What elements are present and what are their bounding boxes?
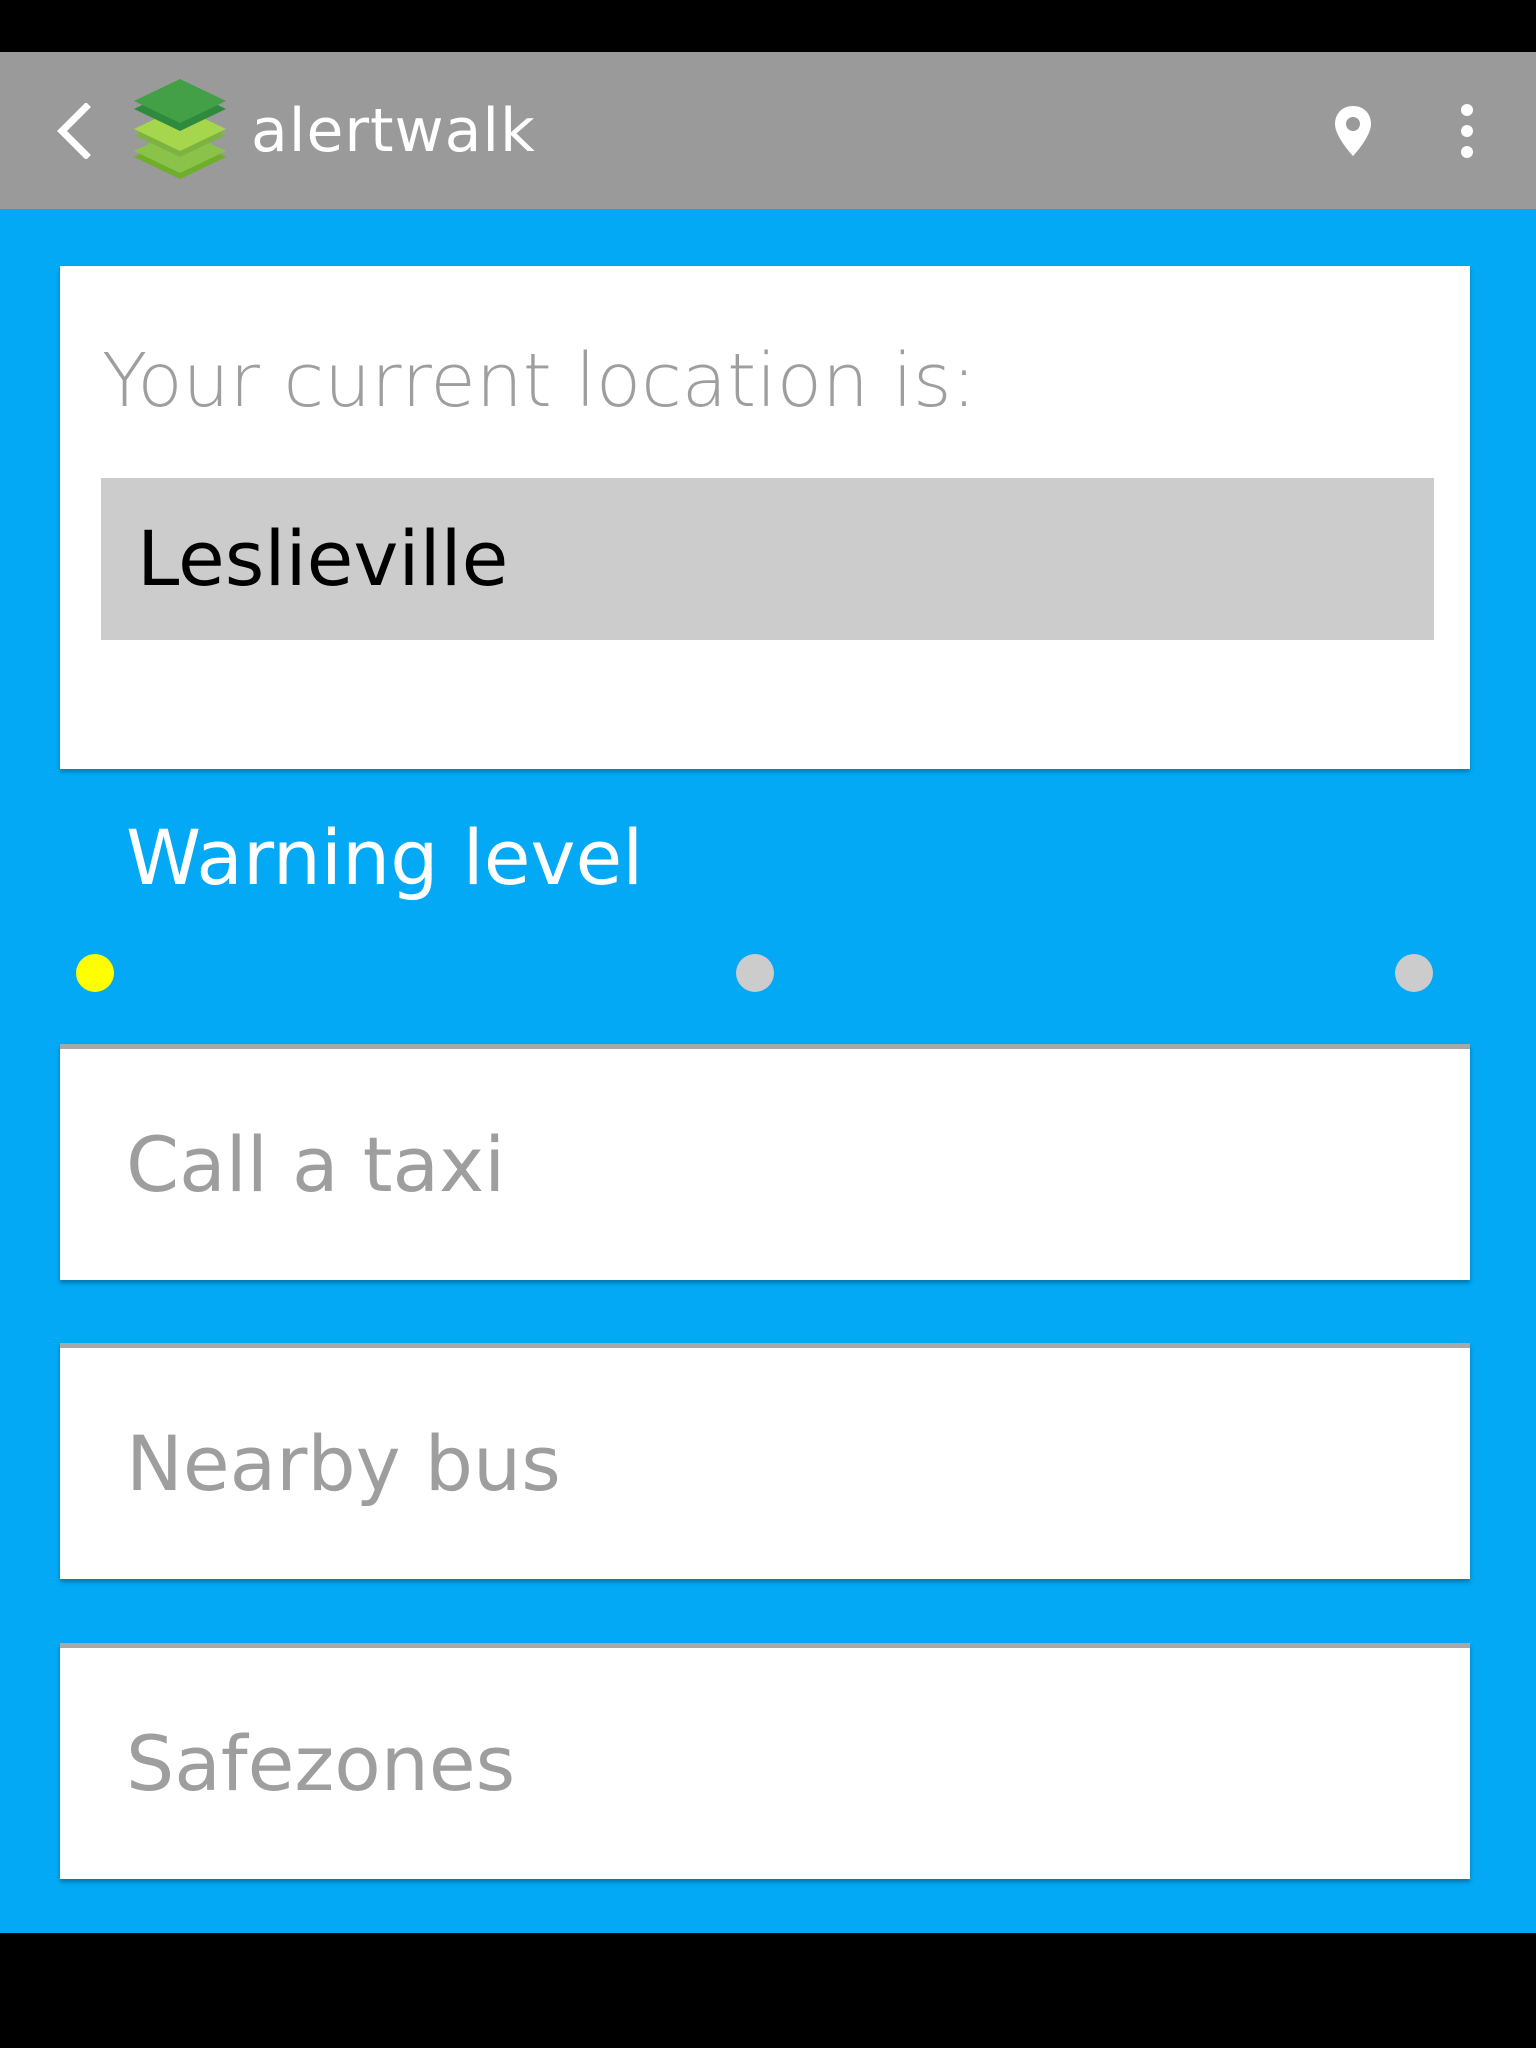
warning-level-dot-low[interactable] <box>76 954 114 992</box>
option-label: Safezones <box>126 1719 516 1808</box>
layers-logo-icon <box>132 77 228 187</box>
more-vertical-icon <box>1461 104 1473 158</box>
chevron-left-icon <box>57 103 91 159</box>
location-value-field[interactable]: Leslieville <box>101 478 1434 640</box>
call-taxi-button[interactable]: Call a taxi <box>60 1044 1470 1280</box>
location-button[interactable] <box>1320 92 1386 170</box>
location-label: Your current location is: <box>102 338 977 424</box>
location-card: Your current location is: Leslieville <box>60 266 1470 769</box>
warning-level-dot-high[interactable] <box>1395 954 1433 992</box>
navigation-bar <box>0 1933 1536 2048</box>
map-pin-icon <box>1335 106 1371 156</box>
back-button[interactable] <box>44 96 104 166</box>
warning-level-dot-medium[interactable] <box>736 954 774 992</box>
status-bar <box>0 0 1536 52</box>
option-label: Call a taxi <box>126 1120 506 1209</box>
option-label: Nearby bus <box>126 1419 561 1508</box>
action-bar: alertwalk <box>0 52 1536 209</box>
overflow-menu-button[interactable] <box>1434 92 1500 170</box>
nearby-bus-button[interactable]: Nearby bus <box>60 1343 1470 1579</box>
warning-level-title: Warning level <box>126 813 644 902</box>
main-content: Your current location is: Leslieville Wa… <box>0 209 1536 1933</box>
safezones-button[interactable]: Safezones <box>60 1643 1470 1879</box>
app-title: alertwalk <box>251 96 536 166</box>
